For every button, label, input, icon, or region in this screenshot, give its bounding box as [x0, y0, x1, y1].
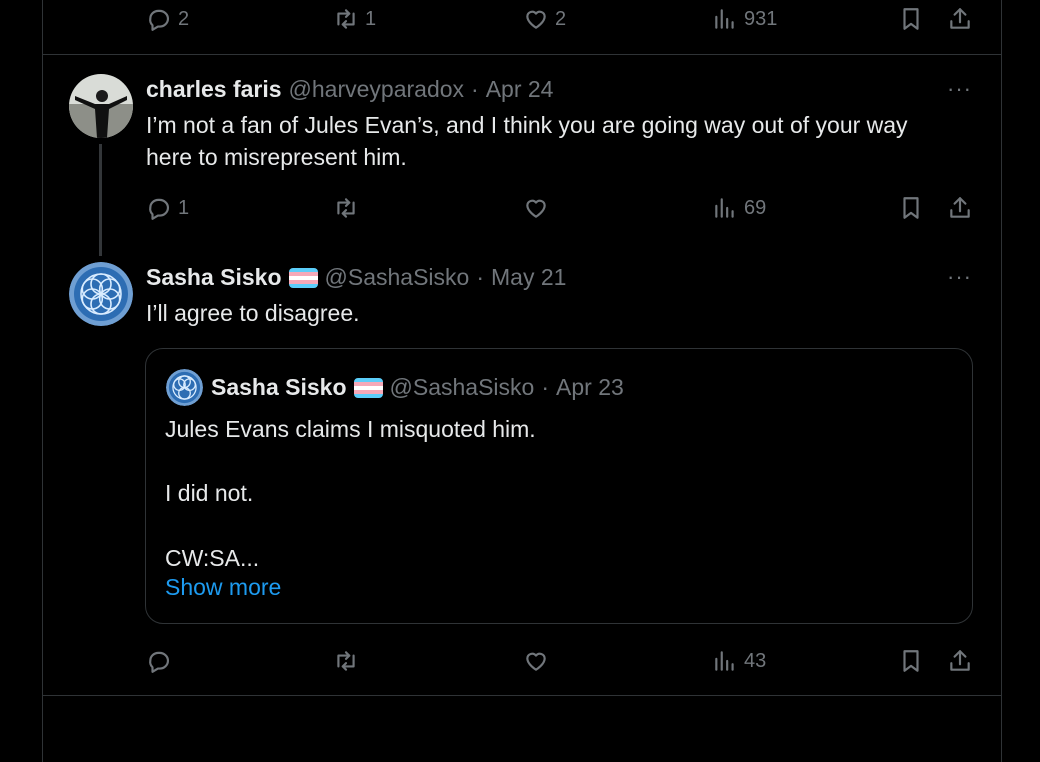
tweet-date[interactable]: Apr 24: [486, 76, 554, 103]
share-icon: [950, 650, 970, 671]
bookmark-button[interactable]: [898, 648, 924, 674]
retweet-button[interactable]: [333, 648, 359, 674]
reply-icon: [149, 198, 169, 220]
reply-icon: [149, 9, 169, 31]
tweet1-header: charles faris @harveyparadox · Apr 24: [146, 76, 553, 103]
quote-text-line: I did not.: [165, 480, 254, 506]
share-button[interactable]: [947, 648, 973, 674]
quote-date: Apr 23: [556, 374, 624, 400]
separator-dot: ·: [476, 264, 485, 290]
more-icon: ···: [947, 264, 972, 289]
retweet-button[interactable]: [333, 195, 359, 221]
views-icon: [715, 651, 734, 671]
avatar-sasha-sisko[interactable]: [69, 262, 133, 326]
quote-text-line: Jules Evans claims I misquoted him.: [165, 416, 536, 442]
reply-button[interactable]: [146, 648, 172, 674]
quote-avatar[interactable]: [166, 369, 203, 406]
avatar-charles-faris[interactable]: [69, 74, 133, 138]
retweet-icon: [337, 651, 355, 671]
author-handle[interactable]: @harveyparadox: [289, 76, 465, 103]
trans-flag-icon: [288, 267, 318, 288]
reply-count: 2: [178, 7, 190, 30]
separator-dot: ·: [471, 76, 479, 102]
quote-header: Sasha Sisko @SashaSisko · Apr 23: [211, 374, 624, 401]
quote-text-line: CW:SA...: [165, 545, 260, 571]
separator-dot: ·: [541, 374, 550, 400]
quote-author-name: Sasha Sisko: [211, 374, 347, 400]
retweet-icon: [337, 198, 355, 218]
like-button[interactable]: 2: [523, 6, 566, 32]
trans-flag-icon: [353, 377, 383, 398]
retweet-icon: [337, 9, 355, 29]
like-button[interactable]: [523, 648, 549, 674]
heart-icon: [526, 10, 546, 29]
views-count: 69: [744, 196, 767, 219]
tweet1-text: I’m not a fan of Jules Evan’s, and I thi…: [146, 109, 908, 173]
views-button[interactable]: 931: [712, 6, 777, 32]
tweet-divider: [43, 54, 1001, 55]
thread-line: [99, 144, 102, 256]
reply-icon: [149, 651, 169, 673]
more-options-button[interactable]: ···: [947, 264, 972, 290]
bookmark-button[interactable]: [898, 195, 924, 221]
views-icon: [715, 9, 734, 29]
more-icon: ···: [947, 76, 972, 101]
author-name[interactable]: charles faris: [146, 76, 282, 103]
reply-count: 1: [178, 196, 190, 219]
bookmark-icon: [903, 197, 919, 219]
show-more-link[interactable]: Show more: [165, 574, 281, 601]
views-count: 931: [744, 7, 778, 30]
bookmark-icon: [903, 8, 919, 30]
bookmark-icon: [903, 650, 919, 672]
share-icon: [950, 197, 970, 218]
more-options-button[interactable]: ···: [947, 76, 972, 102]
retweet-count: 1: [365, 7, 377, 30]
tweet1-text-line: I’m not a fan of Jules Evan’s, and I thi…: [146, 112, 908, 138]
reply-button[interactable]: 1: [146, 195, 189, 221]
author-handle[interactable]: @SashaSisko: [325, 264, 470, 291]
heart-icon: [526, 652, 546, 671]
views-count: 43: [744, 649, 767, 672]
tweet-divider: [43, 695, 1001, 696]
like-button[interactable]: [523, 195, 549, 221]
author-name[interactable]: Sasha Sisko: [146, 264, 282, 291]
quote-author-handle: @SashaSisko: [389, 374, 535, 400]
share-button[interactable]: [947, 6, 973, 32]
retweet-button[interactable]: 1: [333, 6, 376, 32]
share-icon: [950, 8, 970, 29]
views-button[interactable]: 43: [712, 648, 766, 674]
reply-button[interactable]: 2: [146, 6, 189, 32]
views-button[interactable]: 69: [712, 195, 766, 221]
tweet2-header: Sasha Sisko @SashaSisko · May 21: [146, 264, 566, 291]
like-count: 2: [555, 7, 567, 30]
views-icon: [715, 198, 734, 218]
tweet2-text: I’ll agree to disagree.: [146, 300, 360, 326]
tweet-date[interactable]: May 21: [491, 264, 566, 291]
tweet1-text-line: here to misrepresent him.: [146, 144, 407, 170]
heart-icon: [526, 199, 546, 218]
bookmark-button[interactable]: [898, 6, 924, 32]
share-button[interactable]: [947, 195, 973, 221]
